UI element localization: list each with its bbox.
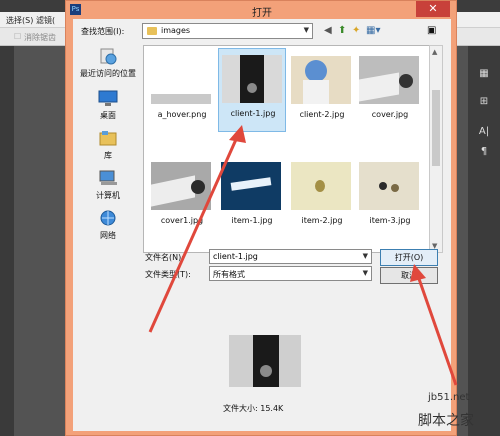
scroll-thumb[interactable] [432,90,440,166]
file-name-label: 文件名(N): [145,253,184,262]
file-thumbnail [359,56,419,104]
file-name: item-3.jpg [369,216,411,225]
file-name: item-1.jpg [231,216,273,225]
file-item-selected[interactable]: client-1.jpg [218,48,286,132]
file-thumbnail [151,162,211,210]
open-dialog: Ps 打开 ✕ 查找范围(I): images ▼ ◀ ⬆ ✦ ▦▾ ▣ 最近访… [65,0,457,436]
file-name: item-2.jpg [301,216,343,225]
file-name: cover1.jpg [160,216,204,225]
file-item[interactable]: client-2.jpg [288,50,356,134]
file-thumbnail [291,162,351,210]
up-folder-icon[interactable]: ⬆ [338,25,346,37]
watermark-site: jb51.net [428,392,470,403]
file-item[interactable]: a_hover.png [148,50,216,134]
character-panel-icon[interactable]: A| [476,126,492,140]
panel-tool-icon[interactable]: ▦ [476,68,492,82]
place-desktop[interactable]: 桌面 [75,89,141,121]
file-item[interactable]: item-1.jpg [218,156,286,240]
file-thumbnail [151,56,211,104]
place-recent[interactable]: 最近访问的位置 [75,47,141,79]
file-item[interactable]: cover.jpg [356,50,424,134]
open-button[interactable]: 打开(O) [380,249,438,266]
file-list: a_hover.png client-1.jpg client-2.jpg co… [143,45,434,253]
dialog-title: 打开 [252,8,272,19]
file-name: cover.jpg [371,110,409,119]
place-network[interactable]: 网络 [75,209,141,241]
file-item[interactable]: cover1.jpg [148,156,216,240]
file-name: client-1.jpg [230,109,276,118]
close-button[interactable]: ✕ [416,1,450,17]
chevron-down-icon[interactable]: ▼ [363,252,368,260]
right-panel: ▦ ⊞ A| ¶ [468,46,500,436]
recent-places-icon [100,48,117,65]
paragraph-panel-icon[interactable]: ¶ [476,146,492,160]
network-icon [100,210,116,226]
libraries-icon [99,131,117,146]
file-list-scrollbar[interactable]: ▲ ▼ [429,45,443,253]
menu-select[interactable]: 选择(S) [6,15,33,26]
look-in-value: images [161,26,191,35]
new-folder-icon[interactable]: ✦ [352,25,360,37]
cancel-button[interactable]: 取消 [380,267,438,284]
file-type-value: 所有格式 [213,270,245,279]
folder-icon [147,27,157,35]
dialog-body: 查找范围(I): images ▼ ◀ ⬆ ✦ ▦▾ ▣ 最近访问的位置 桌面 … [73,19,451,431]
file-name: client-2.jpg [299,110,345,119]
file-type-dropdown[interactable]: 所有格式 ▼ [209,266,372,281]
view-menu-icon[interactable]: ▦▾ [366,25,380,37]
scroll-up-icon[interactable]: ▲ [432,48,437,56]
file-size-text: 文件大小: 15.4K [223,404,284,413]
back-icon[interactable]: ◀ [324,25,332,37]
file-name: a_hover.png [157,110,207,119]
computer-icon [99,170,117,185]
file-thumbnail [221,162,281,210]
place-computer[interactable]: 计算机 [75,169,141,201]
tools-panel [0,46,14,436]
panel-tool-icon[interactable]: ⊞ [476,96,492,110]
file-item[interactable]: item-2.jpg [288,156,356,240]
look-in-label: 查找范围(I): [81,27,125,36]
file-type-label: 文件类型(T): [145,270,191,279]
folder-icon[interactable]: ▣ [427,25,436,36]
file-thumbnail [291,56,351,104]
file-thumbnail [222,55,282,103]
desktop-icon [98,90,118,106]
menu-filter[interactable]: 滤镜( [36,15,55,26]
antialias-checkbox[interactable]: ☐ [14,32,21,41]
place-libraries[interactable]: 库 [75,129,141,161]
chevron-down-icon: ▼ [362,269,368,277]
file-thumbnail [359,162,419,210]
watermark-name: 脚本之家 [418,413,474,429]
file-name-field[interactable]: ▼ [209,249,372,264]
places-bar: 最近访问的位置 桌面 库 计算机 网络 [75,45,141,255]
dialog-titlebar[interactable]: Ps 打开 ✕ [66,1,458,19]
image-preview [229,335,301,387]
file-item[interactable]: item-3.jpg [356,156,424,240]
nav-toolbar: ◀ ⬆ ✦ ▦▾ [322,25,402,39]
antialias-label: 消除锯齿 [24,33,56,42]
file-name-input[interactable] [210,250,371,263]
chevron-down-icon: ▼ [303,26,309,34]
look-in-dropdown[interactable]: images ▼ [142,23,313,39]
